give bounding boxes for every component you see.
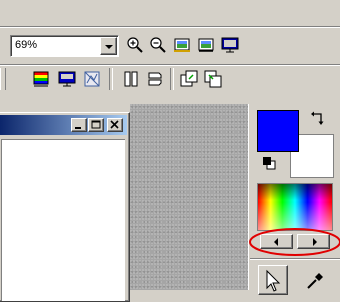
- document-window: [0, 112, 130, 302]
- rotate-left-button[interactable]: [178, 68, 200, 90]
- color-palette[interactable]: [257, 183, 333, 231]
- eyedropper-icon: [307, 273, 323, 289]
- crop-icon: [84, 71, 100, 87]
- toolbar-separator: [109, 68, 113, 90]
- workspace-background: [130, 104, 248, 290]
- document-titlebar[interactable]: [0, 115, 127, 135]
- swap-colors-icon[interactable]: [309, 110, 327, 128]
- panel-separator: [250, 259, 340, 260]
- close-icon: [110, 120, 119, 129]
- full-screen-button[interactable]: [219, 34, 241, 56]
- toolbar-grip: [0, 68, 6, 90]
- arrow-pointer-icon: [266, 269, 281, 292]
- flip-horizontal-button[interactable]: [120, 68, 142, 90]
- zoom-value: 69%: [15, 39, 38, 51]
- zoom-combo[interactable]: 69%: [10, 35, 119, 57]
- palette-prev-button[interactable]: [260, 234, 293, 249]
- color-adjust-button[interactable]: [30, 68, 52, 90]
- foreground-color-swatch[interactable]: [257, 110, 299, 152]
- chevron-down-icon: [105, 45, 113, 49]
- maximize-icon: [91, 120, 101, 129]
- zoom-dropdown-button[interactable]: [100, 37, 117, 55]
- zoom-in-icon: [127, 37, 143, 53]
- zoom-out-icon: [150, 37, 166, 53]
- palette-next-button[interactable]: [297, 234, 330, 249]
- zoom-in-button[interactable]: [124, 34, 146, 56]
- panel-divider: [248, 104, 249, 290]
- fit-window-icon: [198, 38, 214, 52]
- arrow-right-icon: [313, 238, 317, 246]
- crop-button[interactable]: [81, 68, 103, 90]
- close-button[interactable]: [107, 118, 123, 132]
- screen-icon: [58, 71, 76, 87]
- document-canvas[interactable]: [1, 139, 125, 301]
- screen-button[interactable]: [56, 68, 78, 90]
- rotate-right-icon: [204, 70, 222, 88]
- flip-vertical-icon: [148, 72, 162, 86]
- fit-image-icon: [174, 38, 190, 52]
- minimize-button[interactable]: [71, 118, 87, 132]
- eyedropper-tool-button[interactable]: [302, 270, 328, 290]
- maximize-button[interactable]: [88, 118, 104, 132]
- flip-vertical-button[interactable]: [144, 68, 166, 90]
- toolbar-separator: [170, 68, 174, 90]
- fit-window-button[interactable]: [195, 34, 217, 56]
- full-screen-icon: [221, 37, 239, 53]
- zoom-out-button[interactable]: [147, 34, 169, 56]
- rotate-left-icon: [180, 70, 198, 87]
- default-colors-icon[interactable]: [262, 156, 276, 170]
- fit-image-button[interactable]: [171, 34, 193, 56]
- select-tool-button[interactable]: [258, 265, 288, 295]
- rotate-right-button[interactable]: [202, 68, 224, 90]
- color-adjust-icon: [33, 71, 49, 87]
- flip-horizontal-icon: [124, 71, 138, 87]
- minimize-icon: [75, 127, 81, 129]
- arrow-left-icon: [274, 238, 278, 246]
